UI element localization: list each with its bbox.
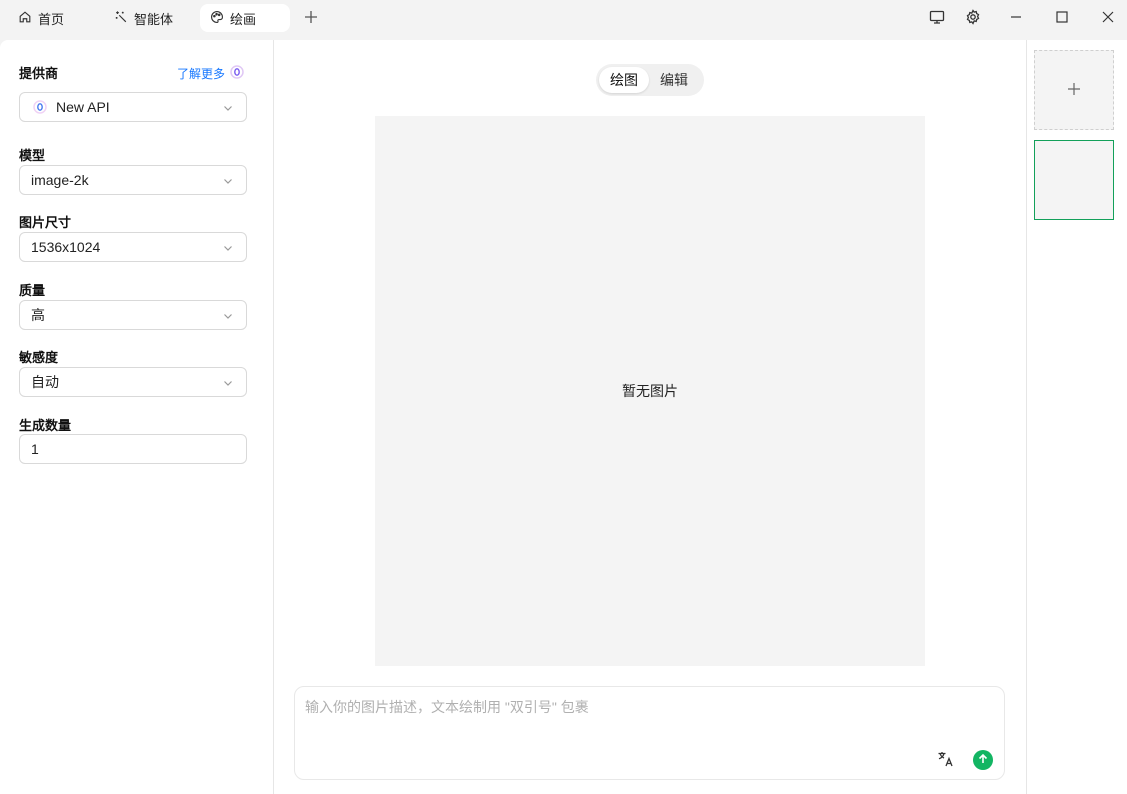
image-thumbnail[interactable] <box>1034 140 1114 220</box>
prompt-input[interactable] <box>305 697 995 737</box>
learn-more-text: 了解更多 <box>177 67 226 81</box>
chevron-down-icon <box>224 106 232 111</box>
minimize-icon <box>1008 9 1024 28</box>
tab-home[interactable]: 首页 <box>8 4 74 32</box>
palette-icon <box>210 10 224 27</box>
provider-value: New API <box>56 99 110 115</box>
mode-edit-tab[interactable]: 编辑 <box>649 67 699 93</box>
canvas-area: 绘图 编辑 暂无图片 <box>274 40 1026 794</box>
provider-logo-icon <box>33 100 47 114</box>
provider-select[interactable]: New API <box>19 92 247 122</box>
empty-state-text: 暂无图片 <box>622 383 678 399</box>
maximize-button[interactable] <box>1050 6 1074 30</box>
monitor-button[interactable] <box>925 6 949 30</box>
settings-panel: 提供商 了解更多 New API 模型 image-2k 图片尺寸 1536x1… <box>0 40 274 794</box>
sparkle-wand-icon <box>114 10 128 27</box>
moderation-label: 敏感度 <box>19 350 59 365</box>
image-size-label: 图片尺寸 <box>19 215 72 230</box>
title-bar: 首页 智能体 绘画 <box>0 0 1127 40</box>
tab-label: 绘画 <box>230 11 257 27</box>
model-label: 模型 <box>19 148 46 163</box>
chevron-down-icon <box>224 179 232 184</box>
new-tab-button[interactable] <box>300 6 322 30</box>
model-select[interactable]: image-2k <box>19 165 247 195</box>
count-label: 生成数量 <box>19 418 72 433</box>
model-value: image-2k <box>31 172 89 188</box>
image-preview: 暂无图片 <box>375 116 925 666</box>
mode-draw-tab[interactable]: 绘图 <box>599 67 649 93</box>
arrow-up-icon <box>977 752 989 768</box>
quality-value: 高 <box>31 307 45 323</box>
plus-icon <box>304 10 318 27</box>
chevron-down-icon <box>224 381 232 386</box>
count-input[interactable]: 1 <box>19 434 247 464</box>
maximize-icon <box>1054 9 1070 28</box>
send-button[interactable] <box>973 750 993 770</box>
tab-label: 首页 <box>38 11 65 27</box>
chevron-down-icon <box>224 246 232 251</box>
image-size-value: 1536x1024 <box>31 239 101 255</box>
image-size-select[interactable]: 1536x1024 <box>19 232 247 262</box>
settings-button[interactable] <box>961 6 985 30</box>
provider-logo-icon <box>230 65 244 82</box>
minimize-button[interactable] <box>1004 6 1028 30</box>
monitor-icon <box>929 9 945 28</box>
translate-button[interactable] <box>935 749 957 771</box>
close-icon <box>1100 9 1116 28</box>
provider-label: 提供商 <box>19 66 59 81</box>
moderation-select[interactable]: 自动 <box>19 367 247 397</box>
tab-painting[interactable]: 绘画 <box>200 4 290 32</box>
close-button[interactable] <box>1096 6 1120 30</box>
learn-more-link[interactable]: 了解更多 <box>177 65 244 82</box>
translate-icon <box>937 750 955 771</box>
moderation-value: 自动 <box>31 374 59 390</box>
mode-switch: 绘图 编辑 <box>596 64 704 96</box>
plus-icon <box>1067 82 1081 99</box>
count-value: 1 <box>31 441 39 457</box>
chevron-down-icon <box>224 314 232 319</box>
quality-label: 质量 <box>19 283 46 298</box>
tab-label: 智能体 <box>134 11 174 27</box>
prompt-box <box>294 686 1005 780</box>
quality-select[interactable]: 高 <box>19 300 247 330</box>
add-image-button[interactable] <box>1034 50 1114 130</box>
thumbnail-panel <box>1026 40 1127 794</box>
gear-icon <box>965 8 981 28</box>
home-icon <box>18 10 32 27</box>
tab-agents[interactable]: 智能体 <box>104 4 183 32</box>
